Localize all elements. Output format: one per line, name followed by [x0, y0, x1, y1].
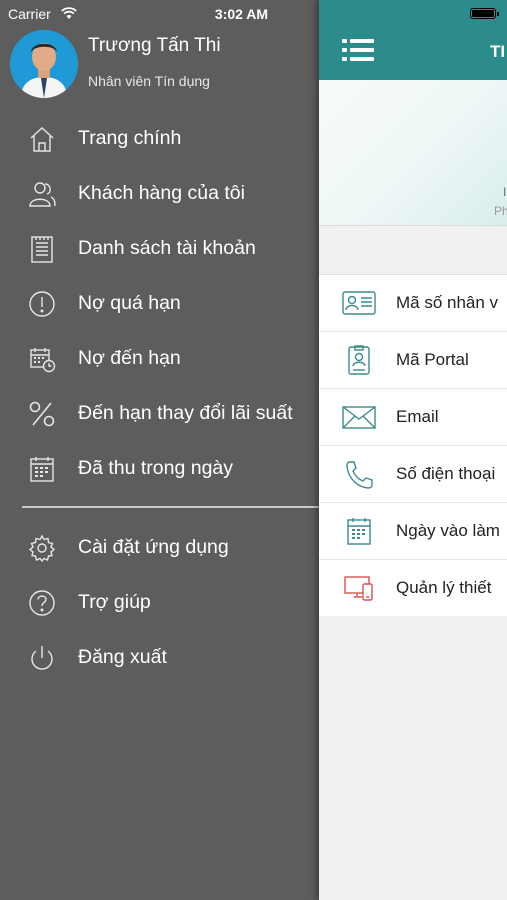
menu-item-help[interactable]: Trợ giúp [0, 576, 319, 631]
profile-banner: I Ph [319, 80, 507, 226]
hamburger-menu-icon[interactable] [342, 39, 374, 61]
phone-icon [342, 459, 376, 489]
help-icon [27, 588, 57, 618]
id-card-icon [342, 288, 376, 318]
page-title: TI [490, 42, 506, 61]
menu-divider [22, 506, 319, 508]
info-row-employee-id[interactable]: Mã số nhân v [319, 275, 507, 332]
profile-header[interactable]: Trương Tấn Thi Nhân viên Tín dụng [0, 28, 319, 108]
clock: 3:02 AM [214, 6, 269, 22]
info-label: Mã số nhân v [396, 293, 499, 312]
menu-item-due[interactable]: Nợ đến hạn [0, 332, 319, 387]
side-drawer: Trương Tấn Thi Nhân viên Tín dụng Trang … [0, 0, 319, 900]
battery-tip [497, 12, 499, 16]
main-panel: TI I Ph Mã số nhân v Mã Portal Email Số … [319, 0, 507, 900]
profile-role: Nhân viên Tín dụng [88, 73, 210, 89]
info-label: Ngày vào làm [396, 521, 500, 540]
menu-item-label: Cài đặt ứng dụng [78, 536, 229, 558]
account-list-icon [27, 234, 57, 264]
menu-item-label: Khách hàng của tôi [78, 182, 245, 204]
info-label: Số điện thoại [396, 464, 496, 483]
employee-info-list: Mã số nhân v Mã Portal Email Số điện tho… [319, 274, 507, 616]
menu-item-collected[interactable]: Đã thu trong ngày [0, 442, 319, 497]
info-row-devices[interactable]: Quản lý thiết [319, 560, 507, 616]
info-row-phone[interactable]: Số điện thoại [319, 446, 507, 503]
menu-item-label: Đến hạn thay đổi lãi suất [78, 402, 293, 424]
menu-item-label: Nợ quá hạn [78, 292, 181, 314]
info-label: Email [396, 407, 439, 426]
info-label: Mã Portal [396, 350, 469, 369]
menu-item-home[interactable]: Trang chính [0, 112, 319, 167]
menu-item-label: Danh sách tài khoản [78, 237, 256, 259]
menu-item-rate-change[interactable]: Đến hạn thay đổi lãi suất [0, 387, 319, 442]
menu-item-overdue[interactable]: Nợ quá hạn [0, 277, 319, 332]
status-bar: Carrier 3:02 AM [0, 0, 507, 28]
info-row-email[interactable]: Email [319, 389, 507, 446]
info-label: Quản lý thiết [396, 578, 492, 597]
calendar-icon [27, 454, 57, 484]
menu-item-label: Nợ đến hạn [78, 347, 181, 369]
gear-icon [27, 533, 57, 563]
avatar [10, 30, 78, 98]
profile-name: Trương Tấn Thi [88, 35, 221, 56]
calendar-icon [342, 516, 376, 546]
badge-icon [342, 345, 376, 375]
drawer-menu: Trang chính Khách hàng của tôi Danh sách… [0, 112, 319, 497]
menu-item-label: Trợ giúp [78, 591, 151, 613]
overdue-icon [27, 289, 57, 319]
menu-item-settings[interactable]: Cài đặt ứng dụng [0, 521, 319, 576]
info-row-portal[interactable]: Mã Portal [319, 332, 507, 389]
battery-icon [470, 8, 496, 19]
devices-icon [342, 573, 376, 603]
menu-item-customers[interactable]: Khách hàng của tôi [0, 167, 319, 222]
banner-subtext: Ph [494, 204, 507, 218]
info-row-start-date[interactable]: Ngày vào làm [319, 503, 507, 560]
power-icon [27, 643, 57, 673]
home-icon [27, 124, 57, 154]
percent-icon [27, 399, 57, 429]
drawer-menu-secondary: Cài đặt ứng dụng Trợ giúp Đăng xuất [0, 521, 319, 686]
menu-item-label: Đã thu trong ngày [78, 457, 234, 479]
due-calendar-icon [27, 344, 57, 374]
email-icon [342, 402, 376, 432]
menu-item-accounts[interactable]: Danh sách tài khoản [0, 222, 319, 277]
menu-item-label: Đăng xuất [78, 646, 167, 668]
menu-item-label: Trang chính [78, 127, 182, 149]
banner-text: I [503, 185, 507, 199]
menu-item-logout[interactable]: Đăng xuất [0, 631, 319, 686]
customers-icon [27, 179, 57, 209]
